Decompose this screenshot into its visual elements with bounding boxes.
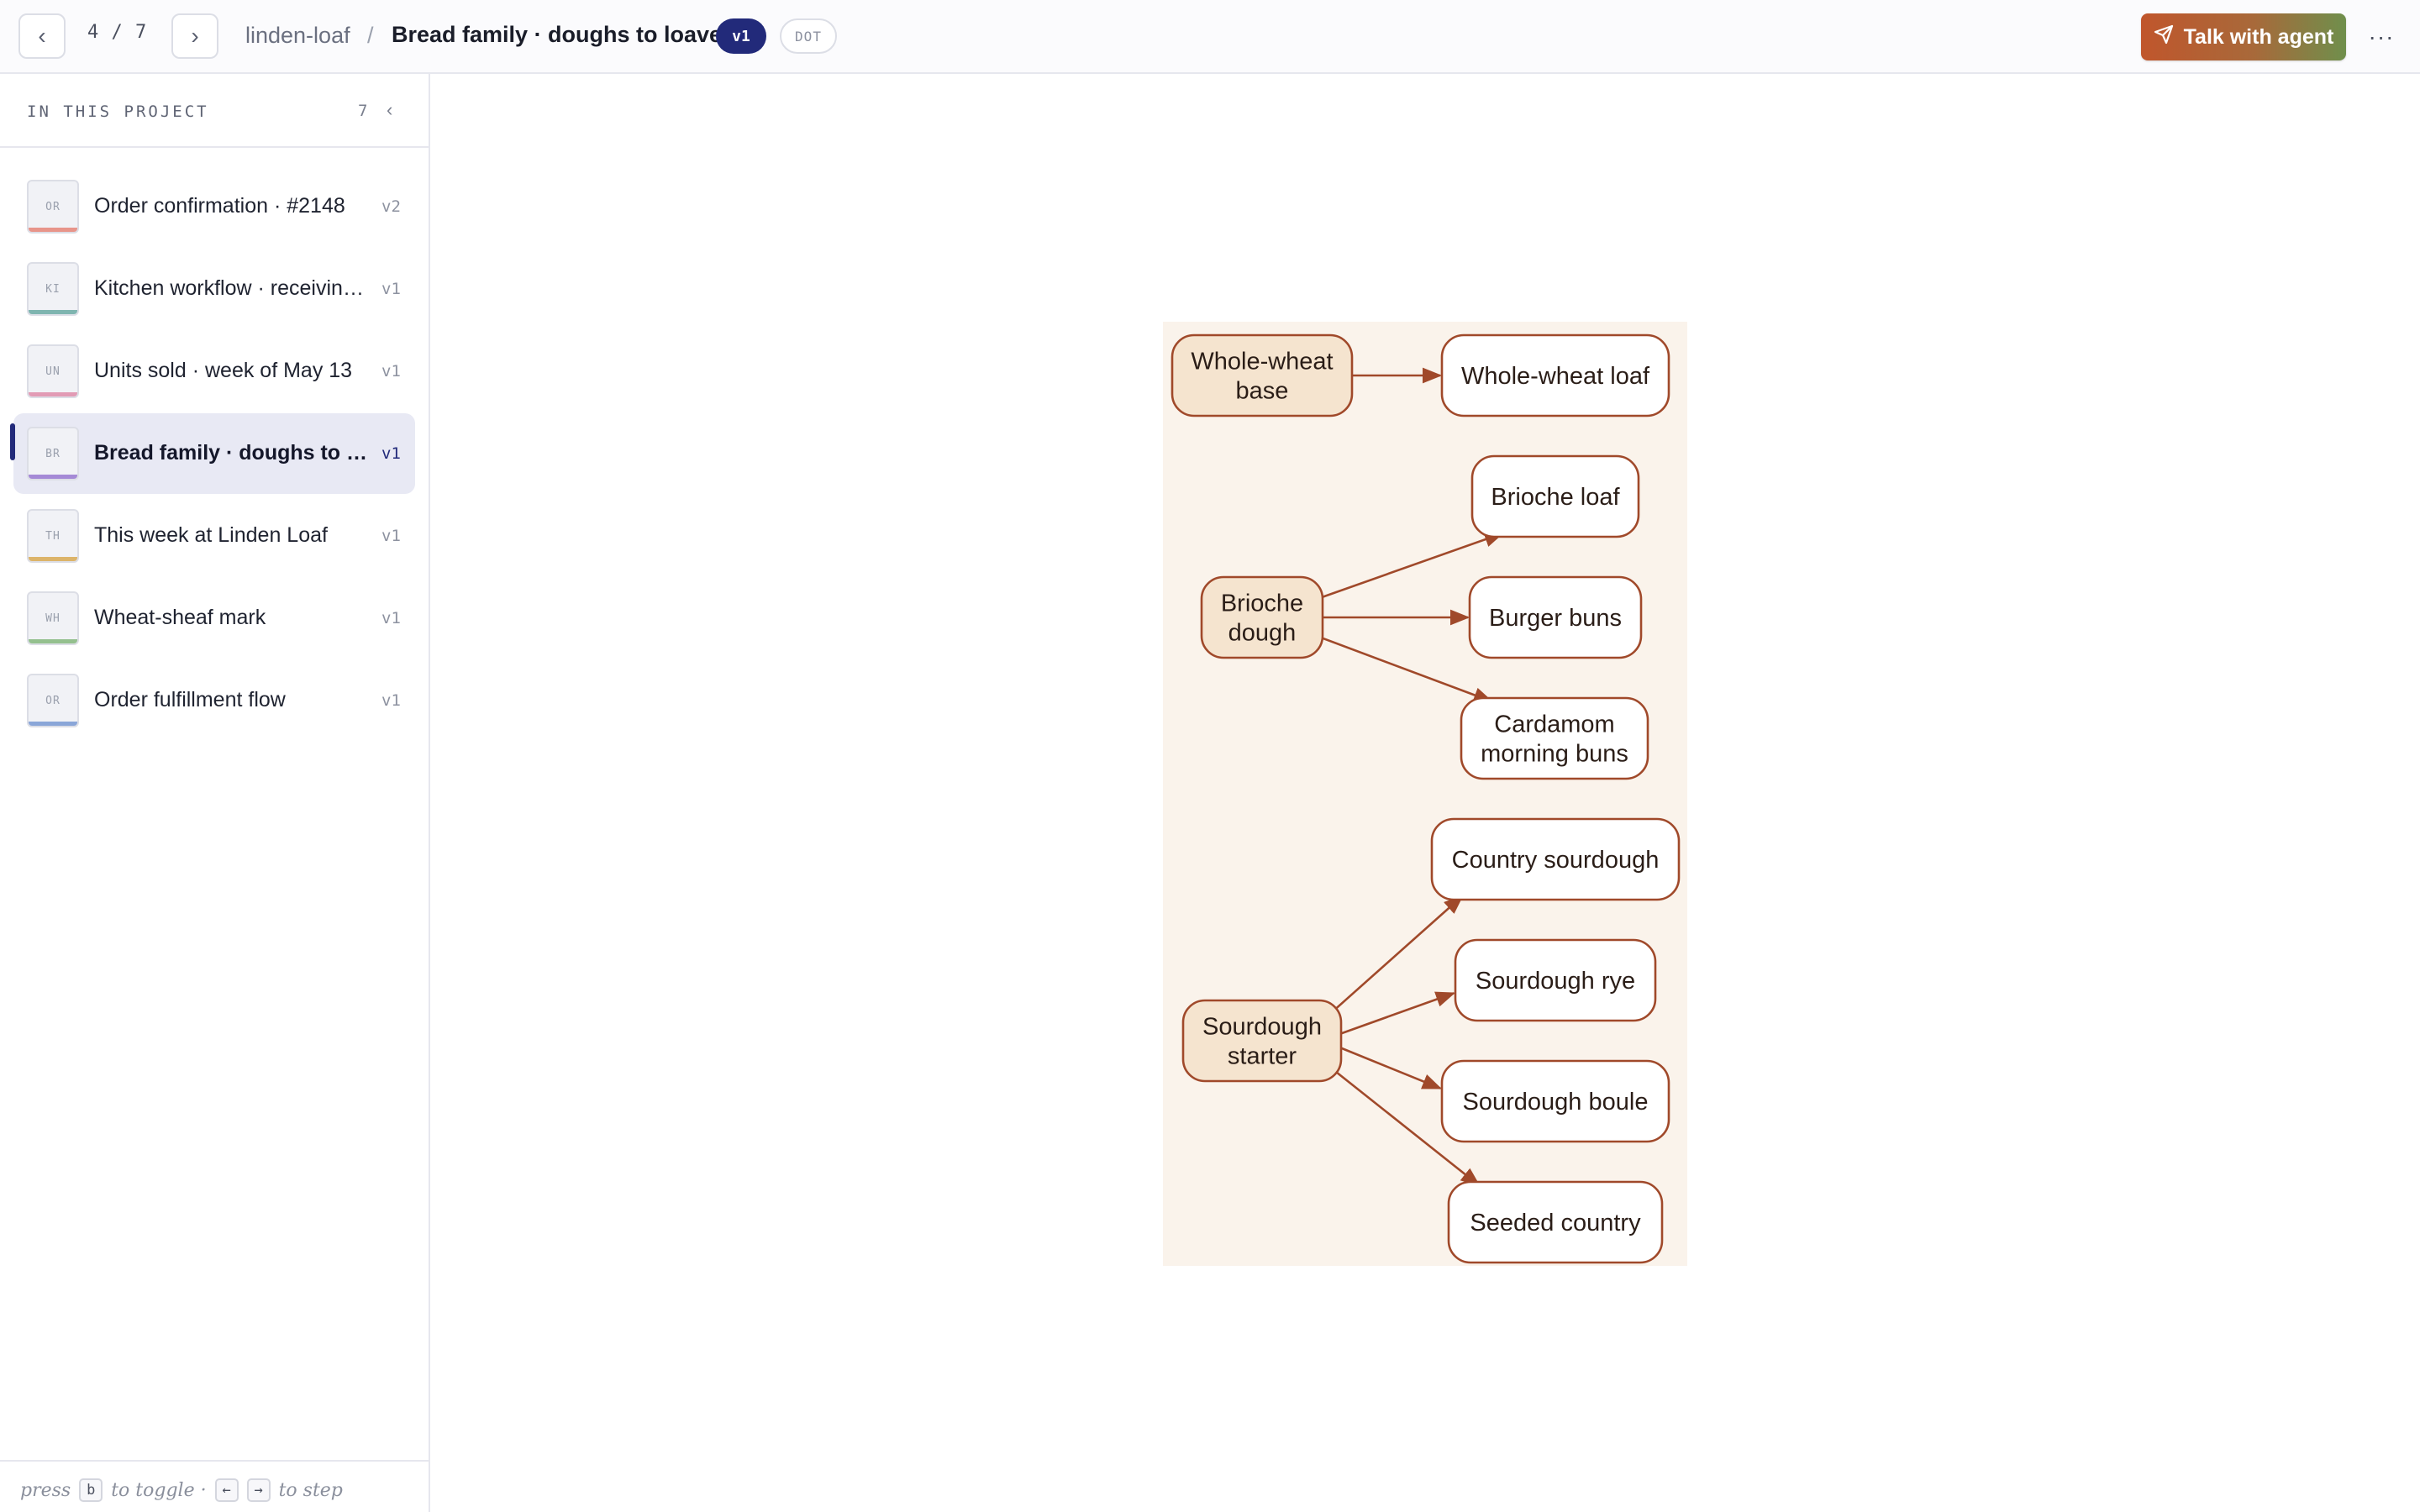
node-label: Sourdough boule — [1463, 1089, 1649, 1116]
node-label: Cardamom — [1494, 711, 1614, 738]
edge-brioche_dough-to-cardamom — [1305, 631, 1494, 703]
diagram-canvas: Whole-wheat base Whole-wheat loaf Brioche do… — [430, 74, 2420, 1512]
format-badge: DOT — [780, 18, 837, 54]
page-counter: 4 / 7 — [87, 22, 148, 43]
page-title: Bread family · doughs to loaves — [392, 22, 735, 47]
hint-step-text: to step — [278, 1479, 343, 1501]
sidebar-item-label: Wheat-sheaf mark — [94, 606, 266, 629]
edge-sourdough_starter-to-sourdough_rye — [1340, 991, 1456, 1035]
node-label: Burger buns — [1489, 605, 1622, 632]
arrow-right-key: → — [246, 1478, 271, 1502]
next-button[interactable]: › — [171, 13, 218, 59]
bread-family-diagram: Whole-wheat base Whole-wheat loaf Brioche do… — [1163, 322, 1687, 1266]
project-sidebar: IN THIS PROJECT 7 ‹ OR Order confirmatio… — [0, 74, 430, 1512]
chevron-left-icon: ‹ — [38, 23, 46, 49]
node-label: dough — [1228, 620, 1297, 647]
talk-with-agent-label: Talk with agent — [2183, 24, 2334, 49]
keyboard-hint-footer: press b to toggle · ← → to step — [0, 1460, 429, 1512]
sidebar-item-version: v1 — [381, 280, 401, 298]
node-seeded-country[interactable]: Seeded country — [1447, 1180, 1664, 1264]
item-thumbnail: TH — [27, 509, 79, 563]
node-label: base — [1236, 378, 1289, 405]
sidebar-item-label: Kitchen workflow · receiving to dispatch — [94, 276, 371, 300]
node-sourdough-boule[interactable]: Sourdough boule — [1440, 1059, 1670, 1143]
node-label: Brioche loaf — [1491, 484, 1620, 511]
version-badge[interactable]: v1 — [716, 18, 766, 54]
talk-with-agent-button[interactable]: Talk with agent — [2141, 13, 2346, 60]
send-icon — [2154, 24, 2174, 50]
sidebar-item-version: v2 — [381, 197, 401, 216]
node-label: Brioche — [1221, 591, 1303, 617]
sidebar-item-bread-family[interactable]: BR Bread family · doughs to loaves v1 — [10, 413, 415, 494]
item-thumbnail: OR — [27, 180, 79, 234]
sidebar-item-version: v1 — [381, 691, 401, 710]
node-country-sourdough[interactable]: Country sourdough — [1430, 817, 1681, 901]
node-label: Sourdough rye — [1476, 968, 1635, 995]
sidebar-item-wheat-sheaf-mark[interactable]: WH Wheat-sheaf mark v1 — [13, 578, 415, 659]
node-ww-base[interactable]: Whole-wheat base — [1171, 333, 1354, 417]
hint-press-text: press — [20, 1479, 71, 1501]
sidebar-item-units-sold[interactable]: UN Units sold · week of May 13 v1 — [13, 331, 415, 412]
node-label: Whole-wheat — [1191, 349, 1333, 375]
sidebar-item-label: Units sold · week of May 13 — [94, 359, 353, 382]
edge-sourdough_starter-to-sourdough_boule — [1340, 1047, 1443, 1089]
more-options-icon[interactable]: ··· — [2363, 18, 2400, 55]
chevron-right-icon: › — [191, 23, 199, 49]
sidebar-heading: IN THIS PROJECT — [27, 102, 209, 121]
diagram-svg: Whole-wheat base Whole-wheat loaf Brioche do… — [1171, 333, 1681, 1264]
sidebar-item-version: v1 — [381, 362, 401, 381]
node-sourdough-rye[interactable]: Sourdough rye — [1454, 938, 1657, 1022]
sidebar-header: IN THIS PROJECT 7 ‹ — [0, 74, 429, 148]
item-thumbnail: OR — [27, 674, 79, 727]
arrow-left-key: ← — [214, 1478, 239, 1502]
breadcrumb-separator: / — [367, 23, 374, 48]
item-thumbnail: WH — [27, 591, 79, 645]
sidebar-item-version: v1 — [381, 444, 401, 463]
node-label: morning buns — [1481, 741, 1628, 768]
breadcrumb-project[interactable]: linden-loaf — [245, 23, 350, 49]
node-ww-loaf[interactable]: Whole-wheat loaf — [1440, 333, 1670, 417]
sidebar-item-label: Order confirmation · #2148 — [94, 194, 345, 218]
sidebar-item-version: v1 — [381, 527, 401, 545]
node-label: Sourdough — [1202, 1014, 1322, 1041]
sidebar-item-this-week[interactable]: TH This week at Linden Loaf v1 — [13, 496, 415, 576]
node-label: starter — [1228, 1043, 1297, 1070]
sidebar-item-order-confirmation[interactable]: OR Order confirmation · #2148 v2 — [13, 166, 415, 247]
collapse-sidebar-icon[interactable]: ‹ — [387, 99, 392, 121]
edge-sourdough_starter-to-country_sourdough — [1323, 895, 1464, 1021]
item-thumbnail: UN — [27, 344, 79, 398]
sidebar-item-version: v1 — [381, 609, 401, 627]
node-cardamom[interactable]: Cardamom morning buns — [1460, 696, 1649, 780]
node-brioche-dough[interactable]: Brioche dough — [1200, 575, 1324, 659]
node-brioche-loaf[interactable]: Brioche loaf — [1470, 454, 1640, 538]
node-sourdough-starter[interactable]: Sourdoughstarter — [1181, 999, 1343, 1083]
top-bar: ‹ 4 / 7 › linden-loaf / Bread family · d… — [0, 0, 2420, 74]
sidebar-item-label: This week at Linden Loaf — [94, 523, 328, 547]
hint-toggle-text: to toggle · — [111, 1479, 207, 1501]
node-label: Whole-wheat loaf — [1461, 363, 1650, 390]
item-thumbnail: BR — [27, 427, 79, 480]
node-label: Country sourdough — [1452, 847, 1660, 874]
toggle-key: b — [79, 1478, 103, 1502]
sidebar-item-label: Order fulfillment flow — [94, 688, 286, 711]
item-thumbnail: KI — [27, 262, 79, 316]
keyboard-hint: press b to toggle · ← → to step — [20, 1478, 343, 1502]
sidebar-item-label: Bread family · doughs to loaves — [94, 441, 371, 465]
node-burger-buns[interactable]: Burger buns — [1468, 575, 1643, 659]
previous-button[interactable]: ‹ — [18, 13, 66, 59]
sidebar-item-count: 7 — [358, 102, 368, 120]
node-label: Seeded country — [1470, 1210, 1641, 1236]
active-indicator — [10, 423, 15, 460]
sidebar-item-kitchen-workflow[interactable]: KI Kitchen workflow · receiving to dispa… — [13, 249, 415, 329]
sidebar-item-order-fulfillment[interactable]: OR Order fulfillment flow v1 — [13, 660, 415, 741]
